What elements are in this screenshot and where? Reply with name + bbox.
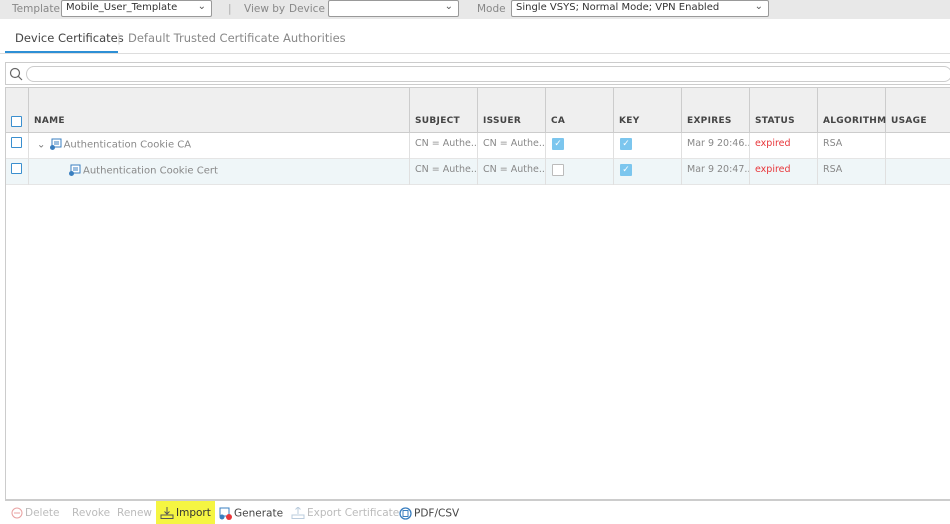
divider [0,53,950,54]
status-cell: expired [750,133,818,159]
tab-default-trusted-cas[interactable]: Default Trusted Certificate Authorities [128,31,346,45]
ca-cell [546,159,614,185]
mode-value: Single VSYS; Normal Mode; VPN Enabled [516,2,720,13]
column-header-name[interactable]: NAME [29,88,410,133]
issuer-cell: CN = Authe... [478,133,546,159]
name-cell: ⌄ Authentication Cookie CA [29,133,410,159]
generate-button[interactable]: Generate [219,507,283,520]
algorithm-cell: RSA [818,159,886,185]
tab-device-certificates[interactable]: Device Certificates [15,31,124,45]
certificates-table: NAME SUBJECT ISSUER CA KEY EXPIRES STATU… [5,87,950,500]
column-header-status[interactable]: STATUS [750,88,818,133]
import-button[interactable]: Import [156,501,215,524]
column-header-ca[interactable]: CA [546,88,614,133]
cert-name[interactable]: Authentication Cookie Cert [83,166,218,177]
delete-icon [11,507,23,519]
certificate-icon [49,138,62,150]
export-certificate-button[interactable]: Export Certificate [291,507,399,519]
certificate-icon [69,164,81,176]
delete-button[interactable]: Delete [11,507,60,519]
row-checkbox[interactable] [11,163,22,174]
mode-select[interactable]: Single VSYS; Normal Mode; VPN Enabled ⌄ [511,0,769,17]
column-header-subject[interactable]: SUBJECT [410,88,478,133]
table-row[interactable]: Authentication Cookie Cert CN = Authe...… [6,159,950,185]
key-checked-icon: ✓ [620,164,632,176]
search-icon [9,67,23,81]
chevron-down-icon: ⌄ [197,1,206,12]
key-checked-icon: ✓ [620,138,632,150]
subject-cell: CN = Authe... [410,159,478,185]
pdf-csv-icon [399,507,412,520]
usage-cell [886,159,950,185]
device-label: Device [289,3,325,15]
expires-cell: Mar 9 20:47... [682,159,750,185]
expires-cell: Mar 9 20:46... [682,133,750,159]
export-icon [291,507,305,519]
action-toolbar: Delete Revoke Renew Import Generate Expo… [5,500,950,524]
ca-unchecked-icon [552,164,564,176]
search-bar [5,62,950,85]
table-row[interactable]: ⌄ Authentication Cookie CA CN = Authe...… [6,133,950,159]
divider: | [228,3,232,15]
ca-cell: ✓ [546,133,614,159]
chevron-down-icon: ⌄ [444,1,453,12]
select-all-checkbox[interactable] [11,116,22,127]
revoke-button[interactable]: Revoke [72,507,110,519]
chevron-down-icon[interactable]: ⌄ [37,140,45,151]
key-cell: ✓ [614,133,682,159]
key-cell: ✓ [614,159,682,185]
status-cell: expired [750,159,818,185]
search-input[interactable] [26,66,950,82]
import-icon [160,507,174,519]
column-header-key[interactable]: KEY [614,88,682,133]
context-bar: Template Mobile_User_Template ⌄ | View by… [0,0,950,19]
column-header-expires[interactable]: EXPIRES [682,88,750,133]
row-checkbox[interactable] [11,137,22,148]
usage-cell [886,133,950,159]
template-value: Mobile_User_Template [66,2,178,13]
template-select[interactable]: Mobile_User_Template ⌄ [61,0,212,17]
cert-name[interactable]: Authentication Cookie CA [64,140,192,151]
tab-divider: | [117,31,121,45]
name-cell: Authentication Cookie Cert [29,159,410,185]
issuer-cell: CN = Authe... [478,159,546,185]
device-select[interactable]: ⌄ [328,0,459,17]
mode-label: Mode [477,3,506,15]
chevron-down-icon: ⌄ [754,1,763,12]
template-label: Template [12,3,60,15]
viewby-label: View by [244,3,286,15]
algorithm-cell: RSA [818,133,886,159]
column-header-usage[interactable]: USAGE [886,88,950,133]
generate-certificate-icon [219,507,232,520]
column-header-issuer[interactable]: ISSUER [478,88,546,133]
renew-button[interactable]: Renew [117,507,152,519]
subject-cell: CN = Authe... [410,133,478,159]
ca-checked-icon: ✓ [552,138,564,150]
column-header-algorithm[interactable]: ALGORITHM [818,88,886,133]
select-all-header [6,88,29,133]
pdf-csv-button[interactable]: PDF/CSV [399,507,459,520]
